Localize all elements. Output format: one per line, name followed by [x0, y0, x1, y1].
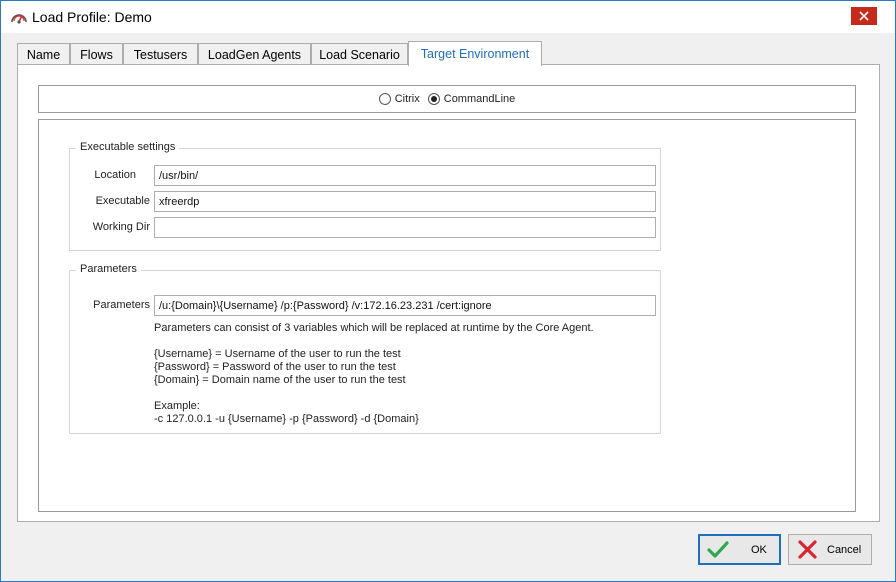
dialog-window: Load Profile: Demo Name Flows Testusers …: [0, 0, 896, 582]
title-bar: Load Profile: Demo: [1, 1, 895, 33]
executable-label: Executable: [95, 195, 150, 207]
parameters-help-username: {Username} = Username of the user to run…: [154, 348, 401, 360]
radio-button[interactable]: [378, 93, 391, 105]
window-title: Load Profile: Demo: [32, 9, 152, 25]
gauge-icon: [11, 14, 27, 24]
working-dir-label: Working Dir: [92, 221, 150, 233]
tab-flows[interactable]: Flows: [70, 43, 123, 65]
radio-citrix[interactable]: Citrix: [378, 93, 420, 105]
parameters-help-domain: {Domain} = Domain name of the user to ru…: [154, 374, 406, 386]
parameters-input[interactable]: [154, 295, 656, 316]
parameters-help-password: {Password} = Password of the user to run…: [154, 361, 396, 373]
tab-panel-target-environment: Citrix CommandLine Executable settings L…: [17, 64, 880, 522]
parameters-help-example-title: Example:: [154, 400, 200, 412]
parameters-group: Parameters Parameters Parameters can con…: [69, 263, 661, 434]
close-icon: [859, 11, 869, 21]
cancel-button-label: Cancel: [827, 544, 862, 556]
working-dir-input[interactable]: [154, 217, 656, 238]
commandline-settings-panel: Executable settings Location Executable …: [38, 119, 856, 512]
tab-testusers[interactable]: Testusers: [123, 43, 198, 65]
executable-input[interactable]: [154, 191, 656, 212]
close-button[interactable]: [851, 7, 877, 25]
environment-type-selector: Citrix CommandLine: [38, 85, 856, 113]
location-input[interactable]: [154, 165, 656, 186]
executable-settings-legend: Executable settings: [76, 141, 180, 153]
cancel-x-icon: [798, 540, 817, 559]
parameters-help-intro: Parameters can consist of 3 variables wh…: [154, 322, 594, 334]
tab-load-scenario[interactable]: Load Scenario: [311, 43, 408, 65]
radio-button-checked[interactable]: [427, 93, 440, 105]
tab-loadgen-agents[interactable]: LoadGen Agents: [198, 43, 311, 65]
tab-target-environment[interactable]: Target Environment: [408, 41, 542, 66]
parameters-legend: Parameters: [76, 263, 141, 275]
cancel-button[interactable]: Cancel: [788, 534, 872, 565]
radio-citrix-label: Citrix: [394, 93, 420, 105]
tab-name[interactable]: Name: [17, 43, 70, 65]
parameters-help-example: -c 127.0.0.1 -u {Username} -p {Password}…: [154, 413, 419, 425]
executable-settings-group: Executable settings Location Executable …: [69, 141, 661, 251]
ok-button[interactable]: OK: [698, 534, 781, 565]
checkmark-icon: [707, 541, 729, 558]
ok-button-label: OK: [751, 544, 767, 556]
radio-commandline[interactable]: CommandLine: [427, 93, 516, 105]
location-label: Location: [94, 169, 136, 181]
parameters-label: Parameters: [93, 299, 150, 311]
radio-commandline-label: CommandLine: [443, 93, 516, 105]
